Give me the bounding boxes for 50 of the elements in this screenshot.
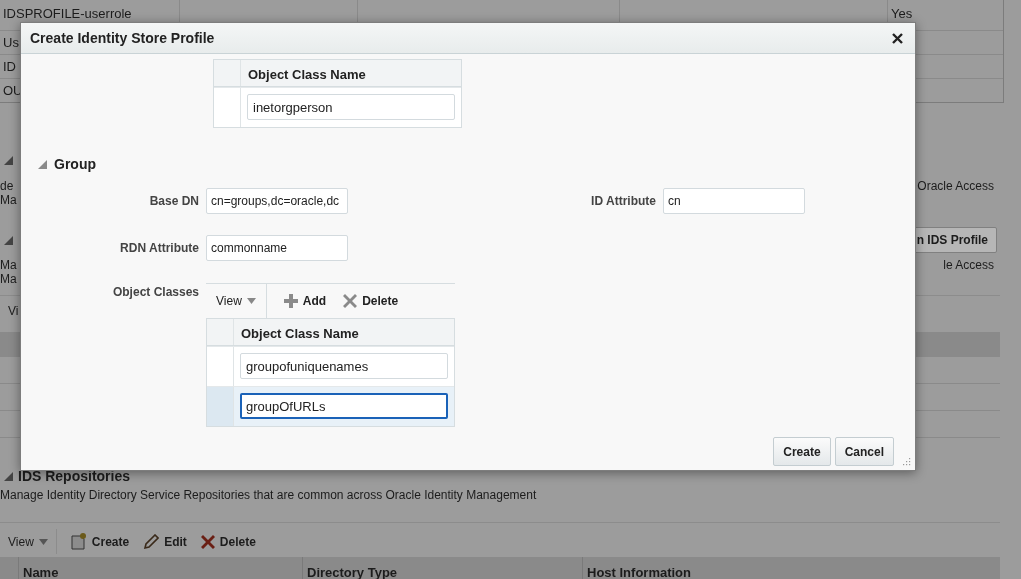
toolbar-button[interactable]: Create — [70, 533, 130, 550]
collapse-triangle-icon[interactable] — [3, 470, 14, 482]
section-title: IDS Repositories — [18, 468, 131, 484]
toolbar-button[interactable]: Add — [283, 294, 327, 308]
column-header[interactable]: Name — [18, 557, 302, 579]
x-icon — [343, 294, 358, 308]
field-label: RDN Attribute — [119, 241, 200, 255]
text-field[interactable]: groupofuniquenames — [240, 353, 448, 379]
description-text: Ma — [0, 258, 17, 272]
collapse-triangle-icon[interactable] — [3, 234, 14, 246]
toolbar-button[interactable]: Delete — [200, 534, 256, 549]
x-icon — [200, 534, 215, 549]
dropdown-arrow-icon[interactable] — [38, 538, 48, 545]
column-header: Object Class Name — [240, 325, 359, 343]
view-menu[interactable]: View — [216, 294, 242, 308]
table-row[interactable]: inetorgperson — [214, 87, 461, 127]
description-text: le Access — [943, 258, 995, 274]
toolbar-button[interactable]: Edit — [143, 533, 187, 550]
table-row[interactable]: groupofuniquenames — [207, 346, 454, 386]
plus-icon — [283, 294, 298, 308]
dialog-button[interactable]: Create — [773, 437, 831, 466]
column-header[interactable]: Host Information — [582, 557, 1000, 579]
collapse-triangle-icon[interactable] — [3, 154, 14, 166]
dialog-button[interactable]: Cancel — [834, 437, 894, 466]
description-text: Ma — [0, 193, 17, 207]
field-label: ID Attribute — [590, 194, 657, 208]
resize-grip-icon[interactable] — [902, 457, 911, 466]
close-button[interactable] — [890, 30, 905, 46]
text-field[interactable]: cn — [663, 188, 805, 214]
field-label: Base DN — [148, 194, 200, 208]
collapse-triangle-icon[interactable] — [37, 158, 48, 170]
column-header: Object Class Name — [247, 66, 366, 84]
section-description: Manage Identity Directory Service Repositories that are common across Oracle Identity Management — [0, 488, 538, 502]
text-field[interactable]: inetorgperson — [247, 94, 455, 120]
text-field[interactable]: commonname — [206, 235, 348, 261]
description-text: de — [0, 179, 15, 193]
dropdown-arrow-icon[interactable] — [246, 298, 256, 304]
field-label: Object Classes — [111, 284, 200, 301]
description-text: Ma — [0, 272, 17, 286]
view-menu[interactable]: View — [8, 534, 34, 549]
table-cell-text: Yes — [890, 5, 914, 23]
section-title: Group — [54, 156, 96, 172]
text-field[interactable]: groupOfURLs — [240, 393, 448, 419]
text-field[interactable]: cn=groups,dc=oracle,dc — [206, 188, 348, 214]
pencil-icon — [143, 533, 160, 550]
description-text: Oracle Access — [917, 179, 995, 195]
toolbar-button[interactable]: Delete — [343, 294, 399, 308]
column-header[interactable]: Directory Type — [302, 557, 582, 579]
new-document-icon — [70, 533, 87, 550]
table-row[interactable]: groupOfURLs — [207, 386, 454, 426]
